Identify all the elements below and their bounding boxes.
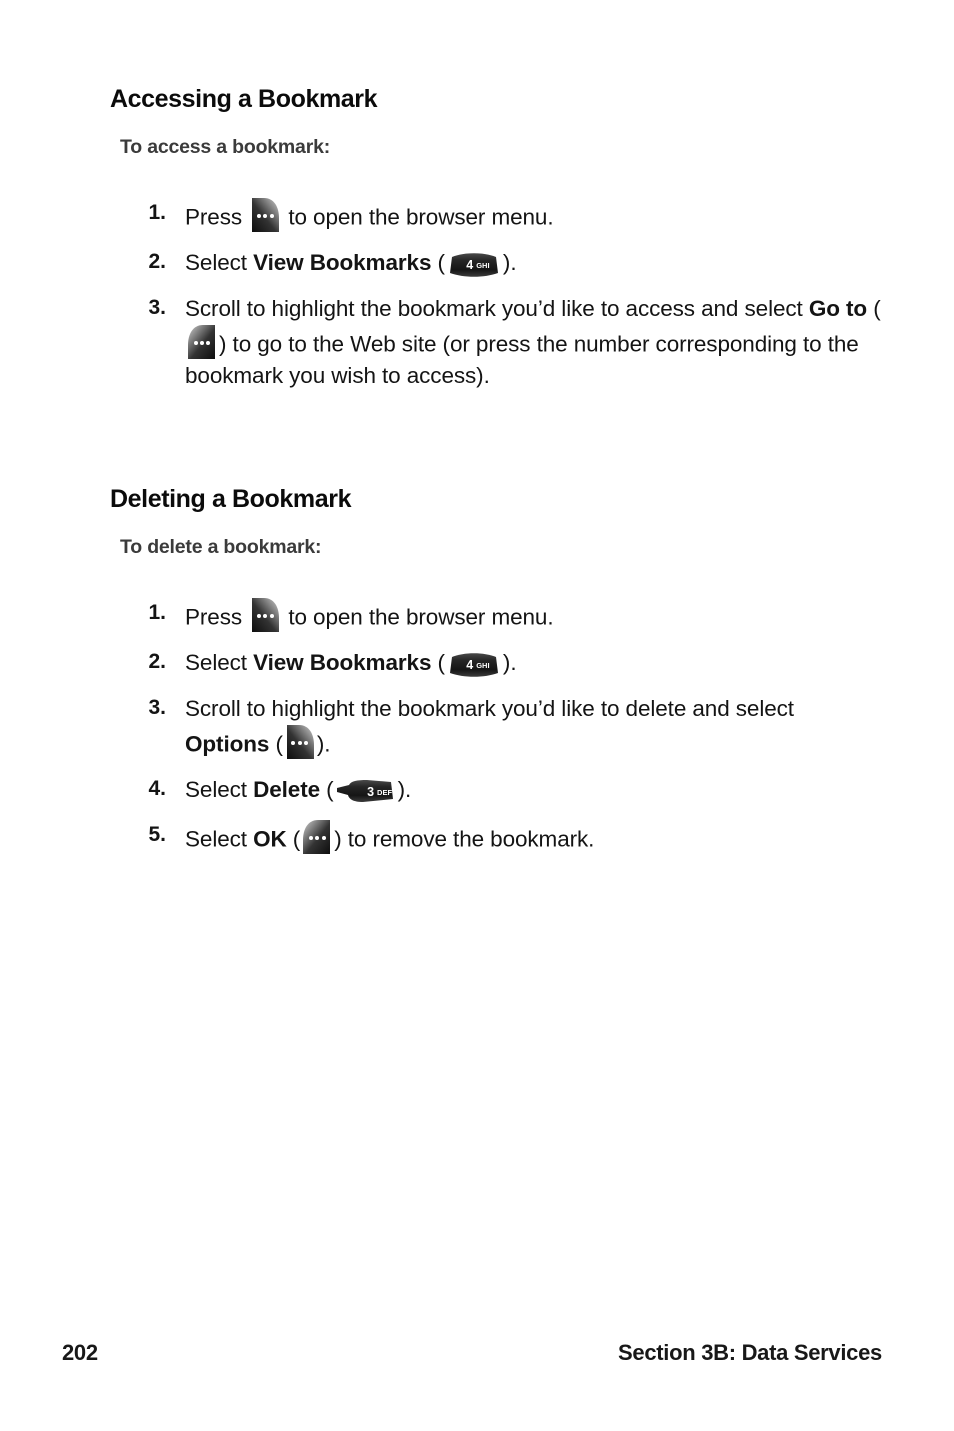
section-heading-deleting-a-bookmark: Deleting a Bookmark: [110, 485, 352, 513]
text-run: Scroll to highlight the bookmark you’d l…: [185, 696, 794, 722]
softkey-dots: [250, 211, 280, 218]
list-item-text: Select Delete (3 DEF).: [185, 774, 884, 806]
emphasis-run: Delete: [253, 777, 321, 803]
text-run: ) to remove the bookmark.: [334, 826, 595, 852]
numkey-letters: GHI: [476, 261, 490, 271]
list-item-text: Select View Bookmarks (4 GHI).: [185, 247, 884, 279]
list-item: 3. Scroll to highlight the bookmark you’d…: [0, 293, 954, 392]
softkey-right-menu-icon: [250, 598, 280, 632]
text-run: Select: [185, 650, 254, 676]
emphasis-run: View Bookmarks: [253, 650, 432, 676]
numkey-digit: 3: [367, 784, 375, 799]
emphasis-run: View Bookmarks: [253, 250, 432, 276]
key-4-ghi-icon: 4 GHI: [448, 652, 500, 678]
softkey-right-menu-icon: [285, 725, 315, 760]
text-run: Press: [185, 204, 249, 230]
text-run: ) to go to the Web site (or press the nu…: [185, 331, 859, 389]
emphasis-run: OK: [253, 826, 287, 852]
text-run: (: [431, 250, 446, 276]
footer-page-number: 202: [62, 1340, 98, 1365]
emphasis-run: Options: [185, 731, 270, 757]
section-subtitle-to-delete-a-bookmark: To delete a bookmark:: [120, 536, 322, 558]
list-item-text: Select OK ( ) to remove the bookmark.: [185, 820, 884, 855]
numkey-label: 4 GHI: [448, 252, 504, 278]
list-item-text: Press to open the browser menu.: [185, 198, 884, 233]
text-run: ).: [502, 250, 517, 276]
numkey-letters: GHI: [476, 661, 490, 671]
emphasis-run: Go to: [808, 296, 868, 322]
text-run: Select: [185, 250, 254, 276]
list-item-number: 5.: [148, 823, 166, 847]
text-run: (: [867, 296, 881, 322]
section-heading-accessing-a-bookmark: Accessing a Bookmark: [110, 85, 378, 113]
document-page: Accessing a Bookmark To access a bookmar…: [0, 0, 954, 1431]
numkey-digit: 4: [466, 657, 474, 672]
numkey-label: 3 DEF: [337, 779, 409, 805]
list-item: 2. Select View Bookmarks (4 GHI).: [0, 647, 954, 679]
list-item: 3. Scroll to highlight the bookmark you’d…: [0, 693, 954, 760]
softkey-left-menu-icon: [302, 820, 332, 855]
key-3-def-icon: 3 DEF: [336, 779, 395, 805]
list-item-number: 3.: [148, 296, 166, 320]
softkey-dots: [250, 611, 280, 618]
list-item-number: 1.: [148, 601, 166, 624]
text-run: ).: [502, 650, 517, 676]
text-run: Press: [185, 604, 249, 630]
list-item-number: 3.: [148, 696, 166, 720]
list-item: 4. Select Delete (3 DEF).: [0, 774, 954, 806]
softkey-right-menu-icon: [250, 198, 280, 232]
list-item-number: 2.: [148, 250, 166, 274]
list-item-text: Scroll to highlight the bookmark you’d l…: [185, 693, 884, 760]
list-item-text: Press to open the browser menu.: [185, 598, 884, 633]
numkey-label: 4 GHI: [448, 652, 504, 678]
list-item-number: 2.: [148, 650, 166, 674]
section-subtitle-to-access-a-bookmark: To access a bookmark:: [120, 136, 331, 158]
list-item-number: 4.: [148, 777, 166, 801]
text-run: (: [269, 731, 283, 757]
text-run: to open the browser menu.: [282, 204, 554, 230]
numkey-letters: DEF: [377, 788, 393, 798]
list-item-number: 1.: [148, 201, 166, 224]
text-run: (: [286, 826, 301, 852]
text-run: Scroll to highlight the bookmark you’d l…: [185, 296, 809, 322]
ordered-list-deleting-a-bookmark: 1. Press to open the browser menu. 2. Selec…: [0, 598, 954, 870]
text-run: Select: [185, 777, 254, 803]
list-item-text: Select View Bookmarks (4 GHI).: [185, 647, 884, 679]
softkey-dots: [187, 338, 217, 346]
list-item: 2. Select View Bookmarks (4 GHI).: [0, 247, 954, 279]
page-footer: 202 Section 3B: Data Services: [0, 1340, 954, 1380]
list-item: 1. Press to open the browser menu.: [0, 198, 954, 233]
text-run: (: [320, 777, 334, 803]
text-run: Select: [185, 826, 254, 852]
softkey-dots: [285, 738, 315, 746]
list-item: 1. Press to open the browser menu.: [0, 598, 954, 633]
key-4-ghi-icon: 4 GHI: [448, 252, 500, 278]
ordered-list-accessing-a-bookmark: 1. Press to open the browser menu. 2. Selec…: [0, 198, 954, 406]
footer-section-label: Section 3B: Data Services: [618, 1340, 882, 1365]
text-run: to open the browser menu.: [282, 604, 554, 630]
numkey-digit: 4: [466, 257, 474, 272]
softkey-dots: [302, 833, 332, 841]
list-item: 5. Select OK ( ) to remove the bookmark.: [0, 820, 954, 855]
text-run: (: [431, 650, 446, 676]
list-item-text: Scroll to highlight the bookmark you’d l…: [185, 293, 884, 392]
softkey-left-menu-icon: [187, 325, 217, 360]
text-run: ).: [316, 731, 331, 757]
